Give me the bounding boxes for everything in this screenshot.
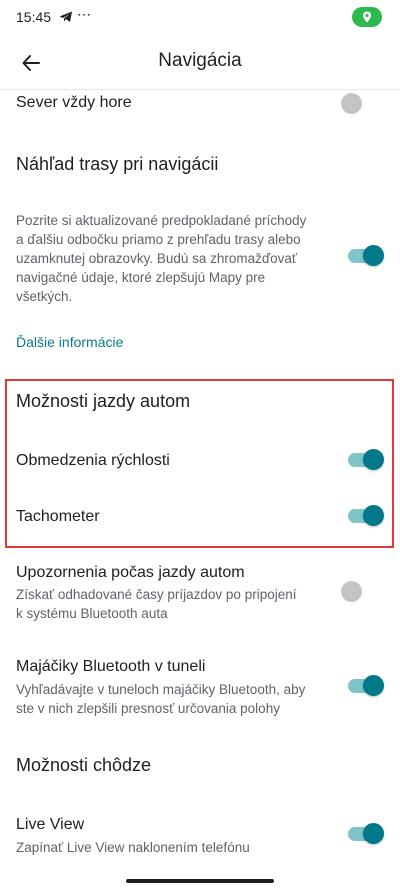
tunnel-beacons-toggle[interactable] [348,674,384,698]
north-up-label: Sever vždy hore [16,94,132,111]
live-view-description: Zapínať Live View naklonením telefónu [16,840,250,855]
status-time: 15:45 [16,9,52,25]
walking-options-title: Možnosti chôdze [16,755,152,775]
location-pin-icon [363,11,371,23]
speedometer-label: Tachometer [16,508,100,525]
tunnel-beacons-description: Vyhľadávajte v tuneloch majáčiky Bluetoo… [16,682,306,716]
driving-notifications-label: Upozornenia počas jazdy autom [16,564,245,581]
driving-notifications-toggle[interactable] [341,580,375,604]
route-preview-toggle[interactable] [348,244,384,268]
more-notifications-icon: ⋯ [77,6,92,22]
header-divider [0,89,400,90]
telegram-icon [59,10,73,28]
live-view-label: Live View [16,816,85,833]
status-bar: 15:45 ⋯ [0,0,400,36]
live-view-toggle[interactable] [348,822,384,846]
gesture-nav-handle[interactable] [126,879,274,883]
speed-limits-label: Obmedzenia rýchlosti [16,452,170,469]
route-preview-title: Náhľad trasy pri navigácii [16,154,219,174]
location-indicator [352,7,382,27]
more-info-link[interactable]: Ďalšie informácie [16,334,123,350]
driving-notifications-description: Získať odhadované časy príjazdov po prip… [16,587,297,621]
speed-limits-toggle[interactable] [348,448,384,472]
top-app-bar: Navigácia [0,36,400,88]
speedometer-toggle[interactable] [348,504,384,528]
tunnel-beacons-label: Majáčiky Bluetooth v tuneli [16,658,206,675]
page-title: Navigácia [158,50,242,71]
route-preview-description: Pozrite si aktualizované predpokladané p… [16,213,307,304]
north-up-toggle[interactable] [341,92,375,116]
driving-options-title: Možnosti jazdy autom [16,391,191,411]
